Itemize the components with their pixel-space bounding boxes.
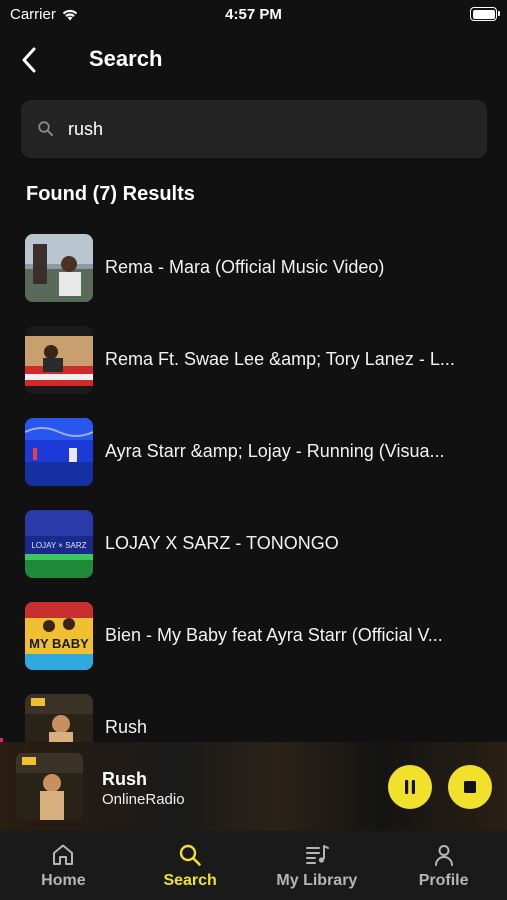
result-item[interactable]: LOJAY × SARZ LOJAY X SARZ - TONONGO	[0, 502, 507, 582]
track-thumbnail: LOJAY × SARZ	[25, 510, 93, 578]
track-thumbnail	[25, 418, 93, 486]
clock: 4:57 PM	[225, 6, 282, 23]
back-button[interactable]	[14, 45, 44, 75]
chevron-left-icon	[22, 47, 36, 73]
status-bar: Carrier 4:57 PM	[0, 0, 507, 30]
thumb-caption: MY BABY	[29, 636, 89, 651]
result-item[interactable]: Rema - Mara (Official Music Video)	[0, 226, 507, 306]
tab-label: Profile	[418, 872, 469, 889]
pause-icon	[405, 780, 415, 794]
result-item[interactable]: Rush	[0, 686, 507, 742]
track-title: Rema Ft. Swae Lee &amp; Tory Lanez - L..…	[105, 349, 455, 369]
track-title: Ayra Starr &amp; Lojay - Running (Visua.…	[105, 441, 445, 461]
tab-label: My Library	[276, 872, 358, 889]
result-item[interactable]: Rema Ft. Swae Lee &amp; Tory Lanez - L..…	[0, 318, 507, 398]
page-title: Search	[89, 46, 163, 71]
tab-search[interactable]: Search	[127, 831, 254, 900]
battery-icon	[470, 7, 500, 21]
track-thumbnail	[25, 694, 93, 742]
search-bar[interactable]	[21, 100, 487, 158]
track-title: Bien - My Baby feat Ayra Starr (Official…	[105, 625, 443, 645]
results-list[interactable]: Rema - Mara (Official Music Video) Rema …	[0, 226, 507, 742]
header: Search	[0, 38, 507, 84]
result-item[interactable]: MY BABY Bien - My Baby feat Ayra Starr (…	[0, 594, 507, 674]
now-playing-bar[interactable]: Rush OnlineRadio	[0, 742, 507, 831]
tab-profile[interactable]: Profile	[380, 831, 507, 900]
stop-button[interactable]	[448, 765, 492, 809]
home-icon	[53, 844, 74, 865]
library-icon	[305, 845, 329, 864]
track-thumbnail: MY BABY	[25, 602, 93, 670]
tab-label: Search	[163, 872, 217, 889]
profile-icon	[434, 845, 453, 866]
tab-label: Home	[41, 872, 86, 889]
now-playing-title: Rush	[102, 769, 147, 789]
now-playing-subtitle: OnlineRadio	[102, 791, 185, 808]
track-title: Rush	[105, 717, 148, 737]
tab-bar: Home Search My Library Profile	[0, 831, 507, 900]
search-icon	[38, 121, 53, 136]
tab-library[interactable]: My Library	[254, 831, 381, 900]
thumb-caption: LOJAY × SARZ	[31, 541, 86, 550]
track-thumbnail	[25, 326, 93, 394]
search-icon	[179, 844, 201, 866]
tab-home[interactable]: Home	[0, 831, 127, 900]
track-title: LOJAY X SARZ - TONONGO	[105, 533, 339, 553]
pause-button[interactable]	[388, 765, 432, 809]
now-playing-artwork	[16, 753, 83, 820]
track-title: Rema - Mara (Official Music Video)	[105, 257, 385, 277]
track-thumbnail	[25, 234, 93, 302]
result-item[interactable]: Ayra Starr &amp; Lojay - Running (Visua.…	[0, 410, 507, 490]
search-input[interactable]	[68, 118, 448, 140]
stop-icon	[464, 781, 476, 793]
results-count-heading: Found (7) Results	[26, 183, 195, 205]
